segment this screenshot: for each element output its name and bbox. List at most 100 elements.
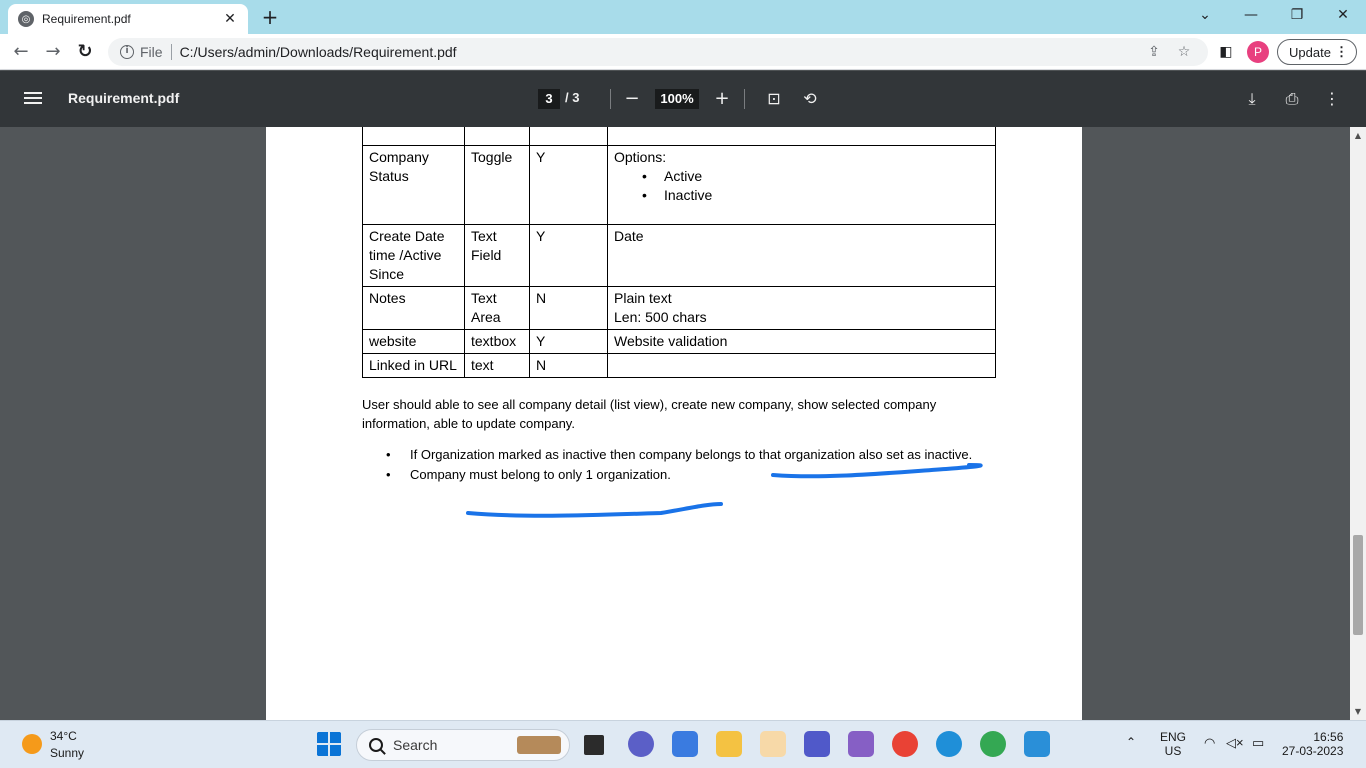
more-vert-icon[interactable]: ⋮: [1320, 87, 1344, 111]
reload-icon[interactable]: ↻: [72, 39, 98, 65]
language-code: ENG: [1160, 730, 1187, 744]
teams-icon[interactable]: [804, 731, 830, 757]
weather-temperature[interactable]: 34°C: [50, 729, 77, 743]
task-view-icon[interactable]: [584, 735, 604, 755]
sun-icon[interactable]: [22, 734, 42, 754]
field-name: Create Date time /Active Since: [362, 224, 465, 287]
edge-icon[interactable]: [936, 731, 962, 757]
tab-title: Requirement.pdf: [42, 12, 131, 26]
table-row: Create Date time /Active Since Text Fiel…: [362, 224, 996, 287]
tab-requirement-pdf[interactable]: ◎ Requirement.pdf ✕: [8, 4, 248, 34]
field-type: textbox: [464, 329, 530, 354]
scroll-up-icon[interactable]: ▲: [1350, 131, 1366, 140]
field-type: Text Field: [464, 224, 530, 287]
field-required: Y: [529, 224, 608, 287]
field-notes: Website validation: [607, 329, 996, 354]
list-item: Active: [642, 167, 989, 186]
pdf-page: Company Status Toggle Y Options: Active …: [266, 127, 1082, 720]
field-type: text: [464, 353, 530, 378]
share-icon[interactable]: ⇪: [1144, 42, 1164, 62]
file-explorer-icon[interactable]: [716, 731, 742, 757]
fit-page-icon[interactable]: ⊡: [762, 87, 786, 111]
new-tab-button[interactable]: +: [258, 5, 282, 29]
clock-time: 16:56: [1313, 730, 1344, 744]
browser-toolbar: ← → ↻ i File C:/Users/admin/Downloads/Re…: [0, 34, 1366, 70]
side-panel-icon[interactable]: ◧: [1214, 40, 1238, 64]
document-title: Requirement.pdf: [68, 90, 180, 106]
toolbar-divider: [610, 89, 611, 109]
ink-underline: [466, 502, 723, 518]
scrollbar-thumb[interactable]: [1353, 535, 1363, 635]
volume-muted-icon[interactable]: ◁×: [1226, 735, 1244, 751]
url-separator: [170, 44, 172, 60]
chat-icon[interactable]: [628, 731, 654, 757]
page-number-input[interactable]: 3: [538, 89, 560, 109]
tab-strip: ◎ Requirement.pdf ✕ + ⌄ — ❐ ✕: [0, 0, 1366, 34]
menu-icon[interactable]: [24, 89, 42, 109]
zoom-in-button[interactable]: +: [710, 87, 734, 111]
battery-icon[interactable]: ▭: [1252, 735, 1264, 751]
photos-icon[interactable]: [1024, 731, 1050, 757]
clock[interactable]: 16:56 27-03-2023: [1282, 730, 1343, 758]
notes-text: Options:: [614, 149, 667, 165]
list-item: If Organization marked as inactive then …: [384, 445, 974, 464]
table-row: Company Status Toggle Y Options: Active …: [362, 145, 996, 225]
info-icon[interactable]: i: [120, 45, 134, 59]
restore-button[interactable]: ❐: [1274, 0, 1320, 34]
star-icon[interactable]: ☆: [1174, 42, 1194, 62]
visual-studio-icon[interactable]: [848, 731, 874, 757]
minimize-button[interactable]: —: [1228, 0, 1274, 34]
forward-arrow-icon[interactable]: →: [40, 39, 66, 65]
tab-search-icon[interactable]: ⌄: [1182, 0, 1228, 34]
print-icon[interactable]: ⎙: [1280, 87, 1304, 111]
list-item: Company must belong to only 1 organizati…: [384, 465, 974, 484]
wifi-icon[interactable]: ◠: [1204, 735, 1215, 751]
scroll-down-icon[interactable]: ▼: [1350, 707, 1366, 716]
taskbar: 34°C Sunny Search ⌃ ENG US ◠ ◁× ▭ 16:56 …: [0, 720, 1366, 768]
field-required: N: [529, 353, 608, 378]
chrome-profile-icon[interactable]: [980, 731, 1006, 757]
description-paragraph: User should able to see all company deta…: [362, 397, 937, 431]
requirements-table: Company Status Toggle Y Options: Active …: [362, 127, 996, 378]
search-highlight-icon: [517, 736, 561, 754]
table-row: [362, 127, 996, 146]
url-text[interactable]: C:/Users/admin/Downloads/Requirement.pdf: [180, 44, 457, 60]
notes-text: Len: 500 chars: [614, 309, 707, 325]
back-arrow-icon[interactable]: ←: [8, 39, 34, 65]
notes-text: Plain text: [614, 290, 672, 306]
more-vert-icon: ⋮: [1335, 44, 1348, 59]
address-bar[interactable]: i File C:/Users/admin/Downloads/Requirem…: [108, 38, 1208, 66]
close-window-button[interactable]: ✕: [1320, 0, 1366, 34]
chrome-icon[interactable]: [892, 731, 918, 757]
profile-avatar[interactable]: P: [1247, 41, 1269, 63]
download-icon[interactable]: ⤓: [1240, 87, 1264, 111]
table-cell: [607, 127, 996, 146]
globe-icon: ◎: [18, 11, 34, 27]
field-required: Y: [529, 329, 608, 354]
vertical-scrollbar[interactable]: ▲ ▼: [1350, 127, 1366, 720]
field-name: Company Status: [362, 145, 465, 225]
field-name: website: [362, 329, 465, 354]
windows-start-icon[interactable]: [316, 731, 342, 757]
zoom-out-button[interactable]: −: [620, 87, 644, 111]
table-cell: [529, 127, 608, 146]
store-icon[interactable]: [672, 731, 698, 757]
show-hidden-icons[interactable]: ⌃: [1126, 735, 1136, 749]
search-label: Search: [393, 737, 438, 753]
field-notes: Plain text Len: 500 chars: [607, 286, 996, 330]
taskbar-search[interactable]: Search: [356, 729, 570, 761]
app-icon[interactable]: [760, 731, 786, 757]
weather-condition[interactable]: Sunny: [50, 746, 84, 760]
toolbar-divider: [744, 89, 745, 109]
rotate-icon[interactable]: ⟲: [798, 87, 822, 111]
pdf-toolbar: Requirement.pdf 3 / 3 − 100% + ⊡ ⟲ ⤓ ⎙ ⋮: [0, 71, 1366, 127]
table-row: website textbox Y Website validation: [362, 329, 996, 354]
zoom-level-input[interactable]: 100%: [655, 89, 699, 109]
language-indicator[interactable]: ENG US: [1160, 730, 1186, 758]
update-button[interactable]: Update ⋮: [1277, 39, 1357, 65]
field-required: N: [529, 286, 608, 330]
rules-list: If Organization marked as inactive then …: [384, 445, 974, 485]
close-tab-icon[interactable]: ✕: [222, 11, 238, 27]
table-row: Notes Text Area N Plain text Len: 500 ch…: [362, 286, 996, 330]
pdf-viewer[interactable]: Company Status Toggle Y Options: Active …: [0, 127, 1350, 720]
